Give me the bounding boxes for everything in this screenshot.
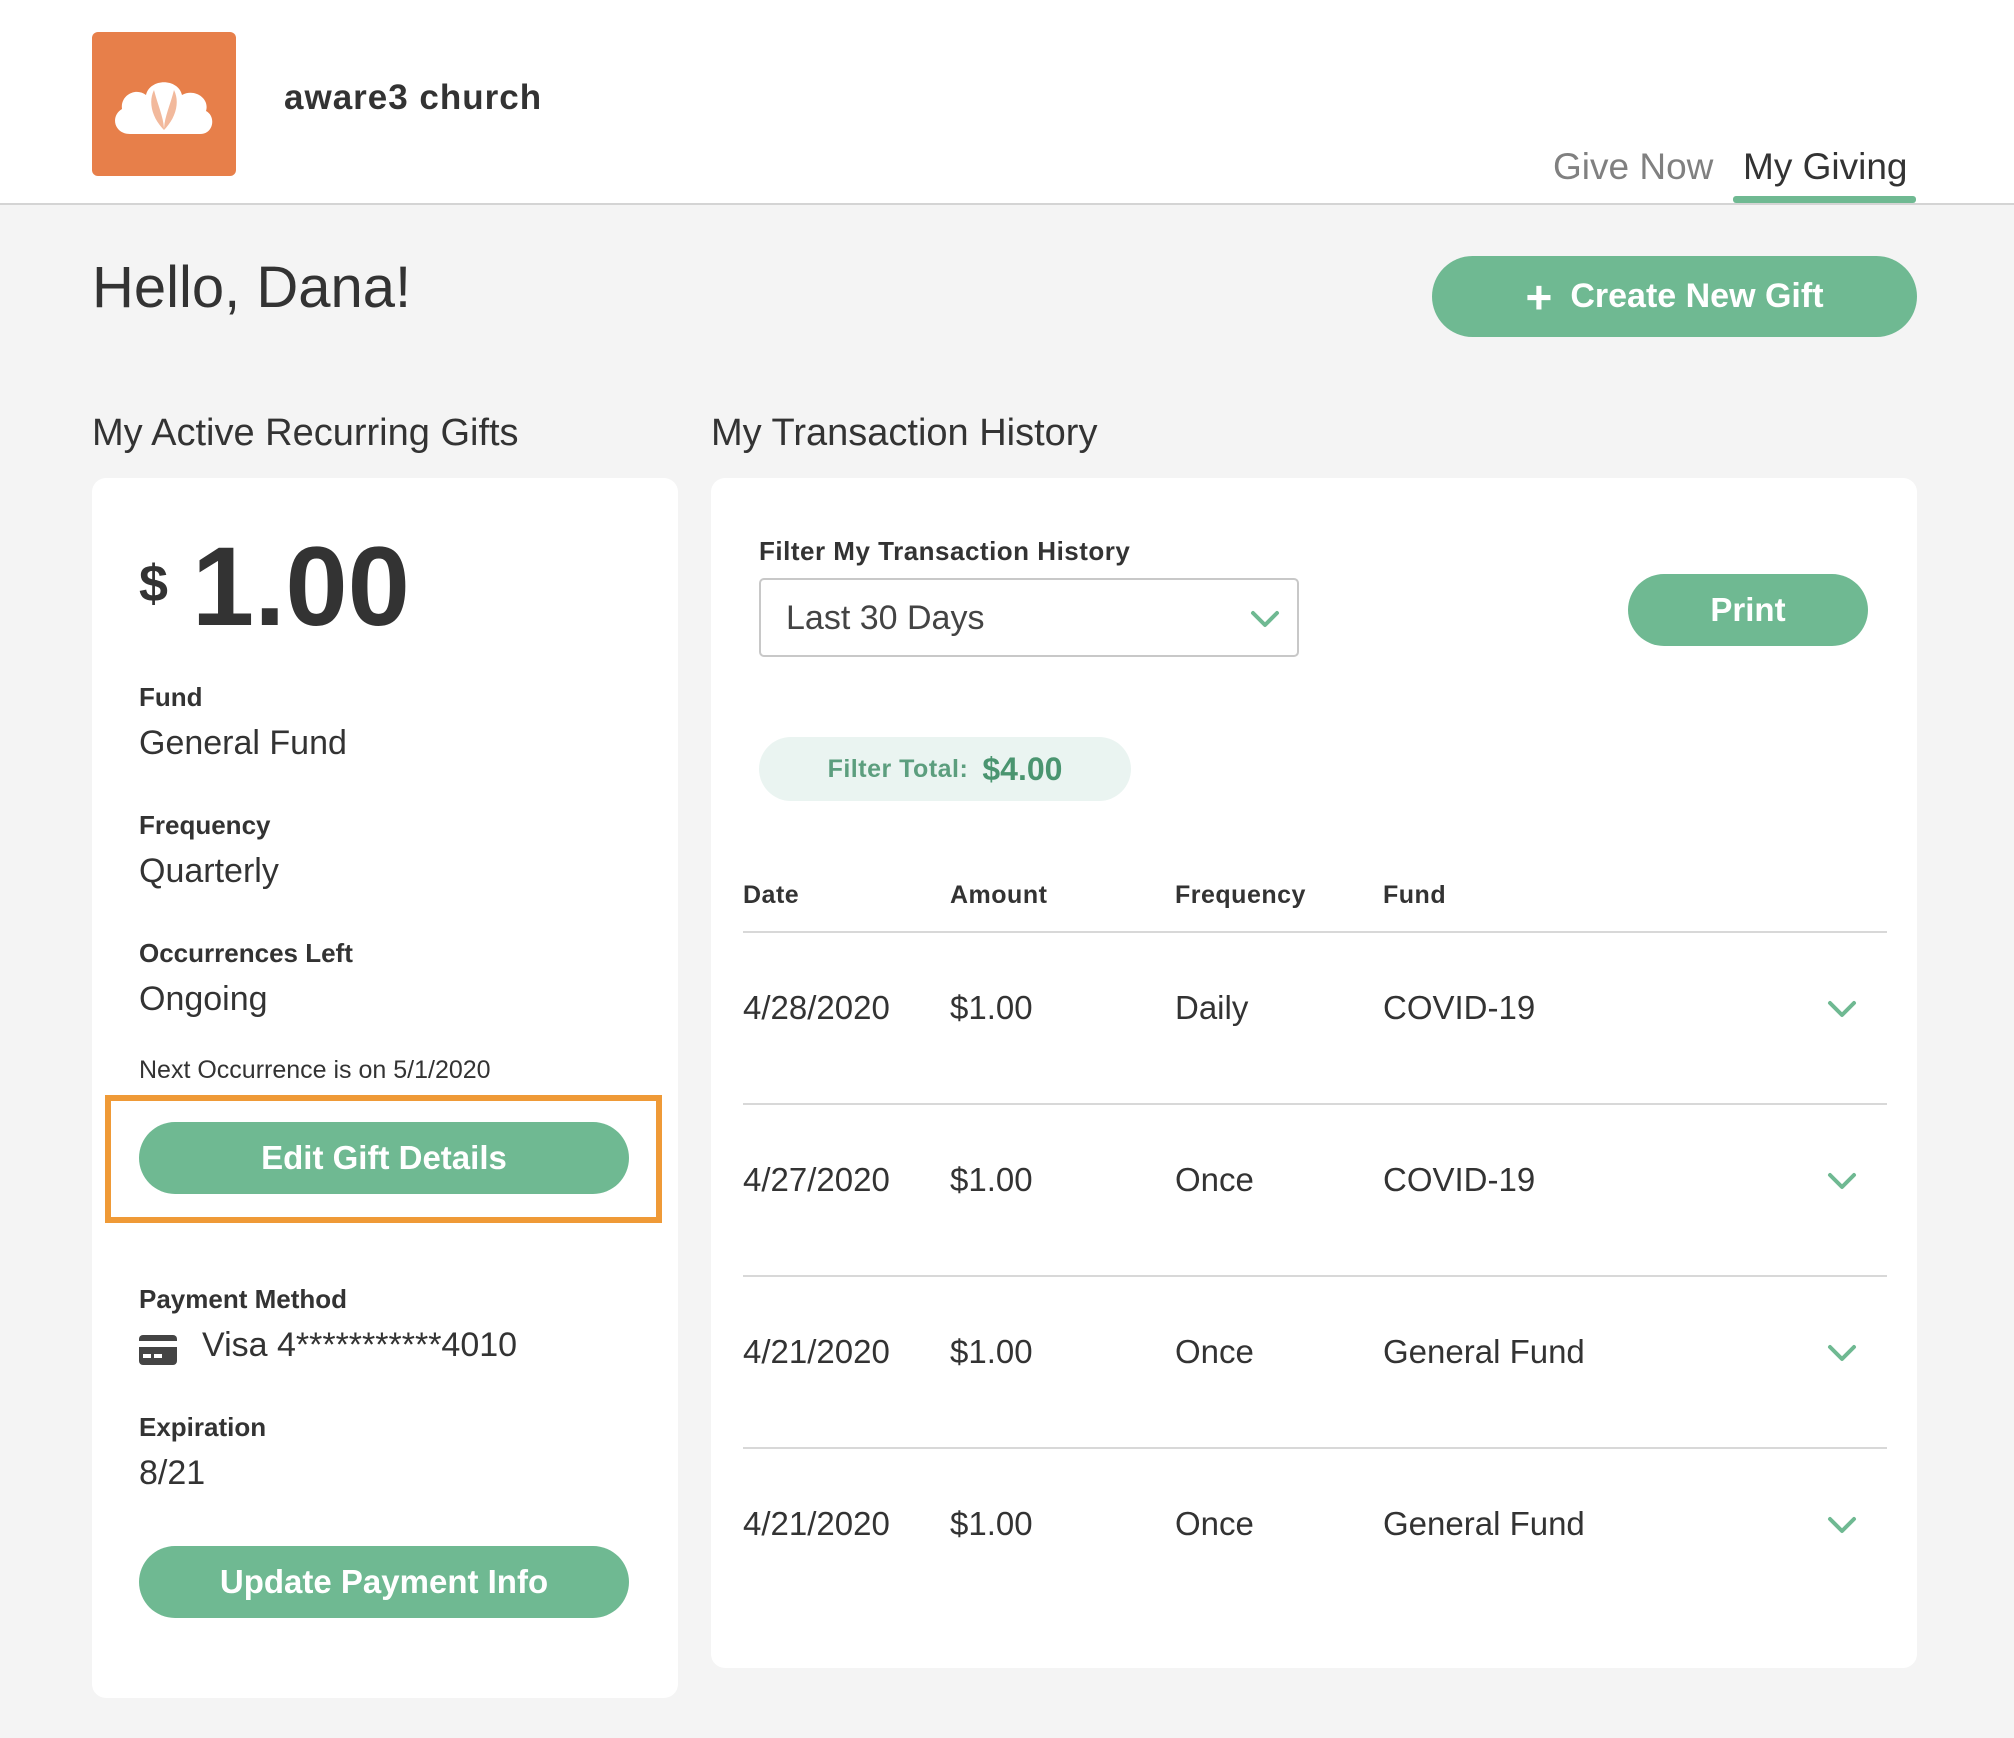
filter-total-badge: Filter Total: $4.00 (759, 737, 1131, 801)
occurrences-left-label: Occurrences Left (139, 938, 353, 968)
row-frequency: Once (1175, 1505, 1254, 1542)
top-header: aware3 church Give Now My Giving (0, 0, 2014, 205)
column-header-frequency: Frequency (1175, 881, 1306, 909)
row-date: 4/27/2020 (743, 1161, 890, 1198)
expiration-label: Expiration (139, 1412, 267, 1442)
table-row[interactable]: 4/21/2020 $1.00 Once General Fund (711, 1505, 1917, 1677)
table-divider (743, 931, 1887, 933)
row-fund: General Fund (1383, 1333, 1585, 1370)
row-amount: $1.00 (950, 989, 1033, 1026)
table-divider (743, 1275, 1887, 1277)
filter-label: Filter My Transaction History (759, 536, 1131, 566)
row-date: 4/21/2020 (743, 1333, 890, 1370)
filter-select[interactable]: Last 30 Days (759, 578, 1299, 657)
frequency-label: Frequency (139, 810, 271, 840)
frequency-value: Quarterly (139, 852, 279, 890)
gift-amount-value: 1.00 (191, 524, 410, 649)
greeting-title: Hello, Dana! (92, 255, 412, 320)
table-row[interactable]: 4/21/2020 $1.00 Once General Fund (711, 1333, 1917, 1505)
row-amount: $1.00 (950, 1333, 1033, 1370)
update-payment-info-button[interactable]: Update Payment Info (139, 1546, 629, 1618)
plus-icon: + (1525, 270, 1553, 323)
chevron-down-icon (1251, 611, 1279, 627)
row-fund: General Fund (1383, 1505, 1585, 1542)
row-frequency: Once (1175, 1333, 1254, 1370)
chevron-down-icon[interactable] (1826, 1171, 1858, 1191)
row-date: 4/28/2020 (743, 989, 890, 1026)
nav-my-giving[interactable]: My Giving (1743, 146, 1907, 188)
org-name: aware3 church (284, 78, 543, 117)
cloud-logo-icon (115, 82, 213, 134)
church-logo[interactable] (92, 32, 236, 176)
expiration-value: 8/21 (139, 1454, 206, 1492)
credit-card-icon (139, 1335, 177, 1365)
row-date: 4/21/2020 (743, 1505, 890, 1542)
currency-symbol: $ (139, 555, 168, 613)
row-amount: $1.00 (950, 1505, 1033, 1542)
payment-method-value: Visa 4***********4010 (202, 1326, 518, 1364)
filter-select-value: Last 30 Days (786, 599, 985, 637)
table-divider (743, 1103, 1887, 1105)
table-divider (743, 1447, 1887, 1449)
row-frequency: Daily (1175, 989, 1249, 1026)
chevron-down-icon[interactable] (1826, 1343, 1858, 1363)
column-header-fund: Fund (1383, 881, 1447, 909)
recurring-gift-card: $ 1.00 Fund General Fund Frequency Quart… (92, 478, 678, 1698)
table-row[interactable]: 4/28/2020 $1.00 Daily COVID-19 (711, 989, 1917, 1161)
create-new-gift-label: Create New Gift (1570, 277, 1824, 315)
recurring-gifts-title: My Active Recurring Gifts (92, 412, 519, 454)
row-fund: COVID-19 (1383, 1161, 1536, 1198)
print-button[interactable]: Print (1628, 574, 1868, 646)
active-tab-indicator (1733, 196, 1916, 203)
column-header-amount: Amount (950, 881, 1048, 909)
chevron-down-icon[interactable] (1826, 999, 1858, 1019)
row-fund: COVID-19 (1383, 989, 1536, 1026)
transaction-history-title: My Transaction History (711, 412, 1098, 454)
fund-label: Fund (139, 682, 203, 712)
create-new-gift-button[interactable]: + Create New Gift (1432, 256, 1917, 337)
occurrences-left-value: Ongoing (139, 980, 268, 1018)
transaction-history-card: Filter My Transaction History Last 30 Da… (711, 478, 1917, 1668)
filter-total-label: Filter Total: (827, 754, 969, 783)
row-frequency: Once (1175, 1161, 1254, 1198)
fund-value: General Fund (139, 724, 347, 762)
row-amount: $1.00 (950, 1161, 1033, 1198)
filter-total-value: $4.00 (982, 750, 1063, 787)
column-header-date: Date (743, 881, 800, 909)
next-occurrence-text: Next Occurrence is on 5/1/2020 (139, 1056, 491, 1084)
table-row[interactable]: 4/27/2020 $1.00 Once COVID-19 (711, 1161, 1917, 1333)
payment-method-label: Payment Method (139, 1284, 348, 1314)
nav-give-now[interactable]: Give Now (1553, 146, 1713, 188)
gift-amount: $ 1.00 (139, 528, 410, 646)
edit-gift-details-button[interactable]: Edit Gift Details (139, 1122, 629, 1194)
chevron-down-icon[interactable] (1826, 1515, 1858, 1535)
